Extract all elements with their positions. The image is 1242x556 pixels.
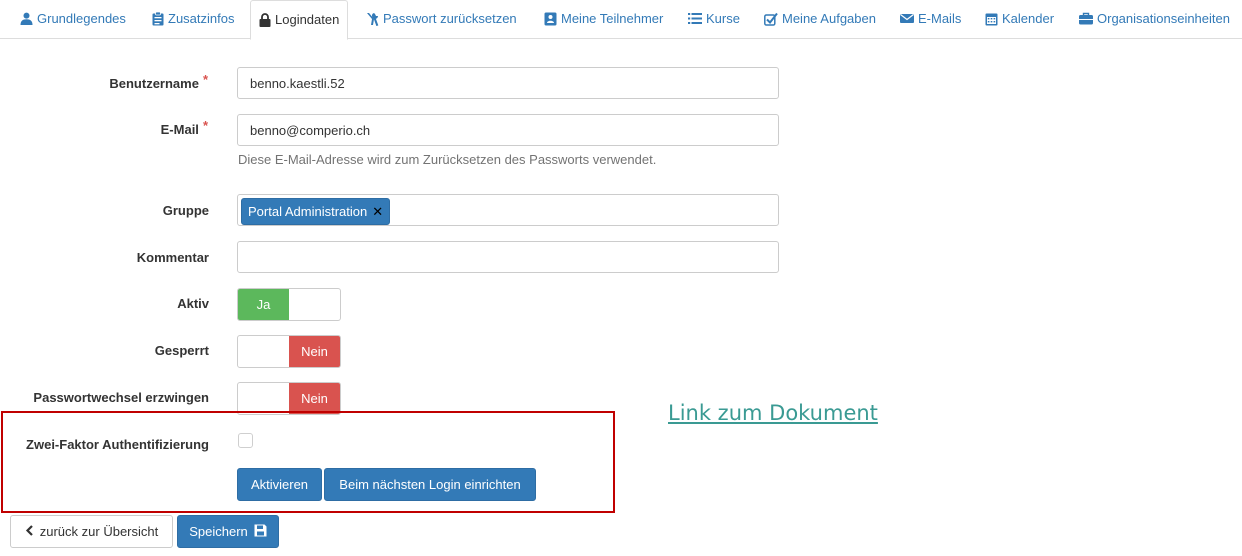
- save-button[interactable]: Speichern: [177, 515, 279, 548]
- username-label: Benutzername *: [109, 72, 208, 91]
- activate-button[interactable]: Aktivieren: [237, 468, 322, 501]
- contact-card-icon: [544, 11, 557, 26]
- group-tag: Portal Administration ✕: [241, 198, 391, 225]
- email-help-text: Diese E-Mail-Adresse wird zum Zurücksetz…: [238, 152, 657, 167]
- setup-next-login-button[interactable]: Beim nächsten Login einrichten: [324, 468, 536, 501]
- tab-label: Passwort zurücksetzen: [383, 11, 517, 26]
- comment-label: Kommentar: [136, 250, 209, 265]
- tab-label: Zusatzinfos: [168, 11, 235, 26]
- tab-label: Grundlegendes: [37, 11, 126, 26]
- tab-label: Meine Aufgaben: [782, 11, 876, 26]
- tab-kurse[interactable]: Kurse: [688, 0, 740, 39]
- check-square-icon: [764, 11, 778, 26]
- tab-e-mails[interactable]: E-Mails: [900, 0, 961, 39]
- save-label: Speichern: [189, 524, 248, 539]
- remove-tag-icon[interactable]: ✕: [372, 204, 383, 220]
- floppy-disk-icon: [254, 524, 267, 540]
- two-factor-checkbox[interactable]: [238, 433, 253, 448]
- chevron-left-icon: [25, 524, 34, 539]
- username-label-text: Benutzername: [109, 76, 199, 91]
- tab-passwort-zuruecksetzen[interactable]: Passwort zurücksetzen: [366, 0, 517, 39]
- briefcase-icon: [1079, 11, 1093, 25]
- toggle-off-label: Nein: [289, 383, 340, 414]
- required-marker: *: [202, 72, 208, 87]
- lock-icon: [259, 12, 271, 27]
- document-link[interactable]: Link zum Dokument: [668, 401, 878, 425]
- tab-zusatzinfos[interactable]: Zusatzinfos: [152, 0, 234, 39]
- tab-label: Kurse: [706, 11, 740, 26]
- email-input[interactable]: [237, 114, 779, 146]
- tab-meine-teilnehmer[interactable]: Meine Teilnehmer: [544, 0, 663, 39]
- username-input[interactable]: [237, 67, 779, 99]
- clipboard-icon: [152, 11, 164, 26]
- tab-label: Kalender: [1002, 11, 1055, 26]
- toggle-off-label: Nein: [289, 336, 340, 367]
- calendar-icon: [985, 11, 998, 26]
- group-label: Gruppe: [162, 203, 209, 218]
- envelope-icon: [900, 11, 914, 24]
- tools-icon: [366, 11, 379, 26]
- tab-bar: Grundlegendes Zusatzinfos Logindaten Pas…: [0, 0, 1242, 40]
- tab-meine-aufgaben[interactable]: Meine Aufgaben: [764, 0, 876, 39]
- email-label-text: E-Mail: [160, 122, 199, 137]
- email-label: E-Mail *: [160, 118, 208, 137]
- force-pw-change-label: Passwortwechsel erzwingen: [33, 390, 209, 405]
- comment-input[interactable]: [237, 241, 779, 273]
- two-factor-label: Zwei-Faktor Authentifizierung: [26, 437, 209, 452]
- user-icon: [20, 11, 33, 25]
- toggle-on-label: Ja: [238, 289, 289, 320]
- tab-label: Logindaten: [275, 12, 340, 27]
- active-label: Aktiv: [177, 296, 209, 311]
- back-label: zurück zur Übersicht: [39, 524, 159, 539]
- tab-grundlegendes[interactable]: Grundlegendes: [20, 0, 126, 39]
- list-icon: [688, 11, 702, 25]
- group-tag-label: Portal Administration: [248, 204, 368, 219]
- required-marker: *: [202, 118, 208, 133]
- active-toggle[interactable]: Ja: [237, 288, 341, 321]
- tab-organisationseinheiten[interactable]: Organisationseinheiten: [1079, 0, 1230, 39]
- tab-label: Organisationseinheiten: [1097, 11, 1230, 26]
- tab-kalender[interactable]: Kalender: [985, 0, 1054, 39]
- tab-label: Meine Teilnehmer: [561, 11, 664, 26]
- tab-logindaten[interactable]: Logindaten: [250, 0, 349, 40]
- tab-label: E-Mails: [918, 11, 962, 26]
- locked-label: Gesperrt: [154, 343, 209, 358]
- locked-toggle[interactable]: Nein: [237, 335, 341, 368]
- back-to-overview-button[interactable]: zurück zur Übersicht: [10, 515, 173, 548]
